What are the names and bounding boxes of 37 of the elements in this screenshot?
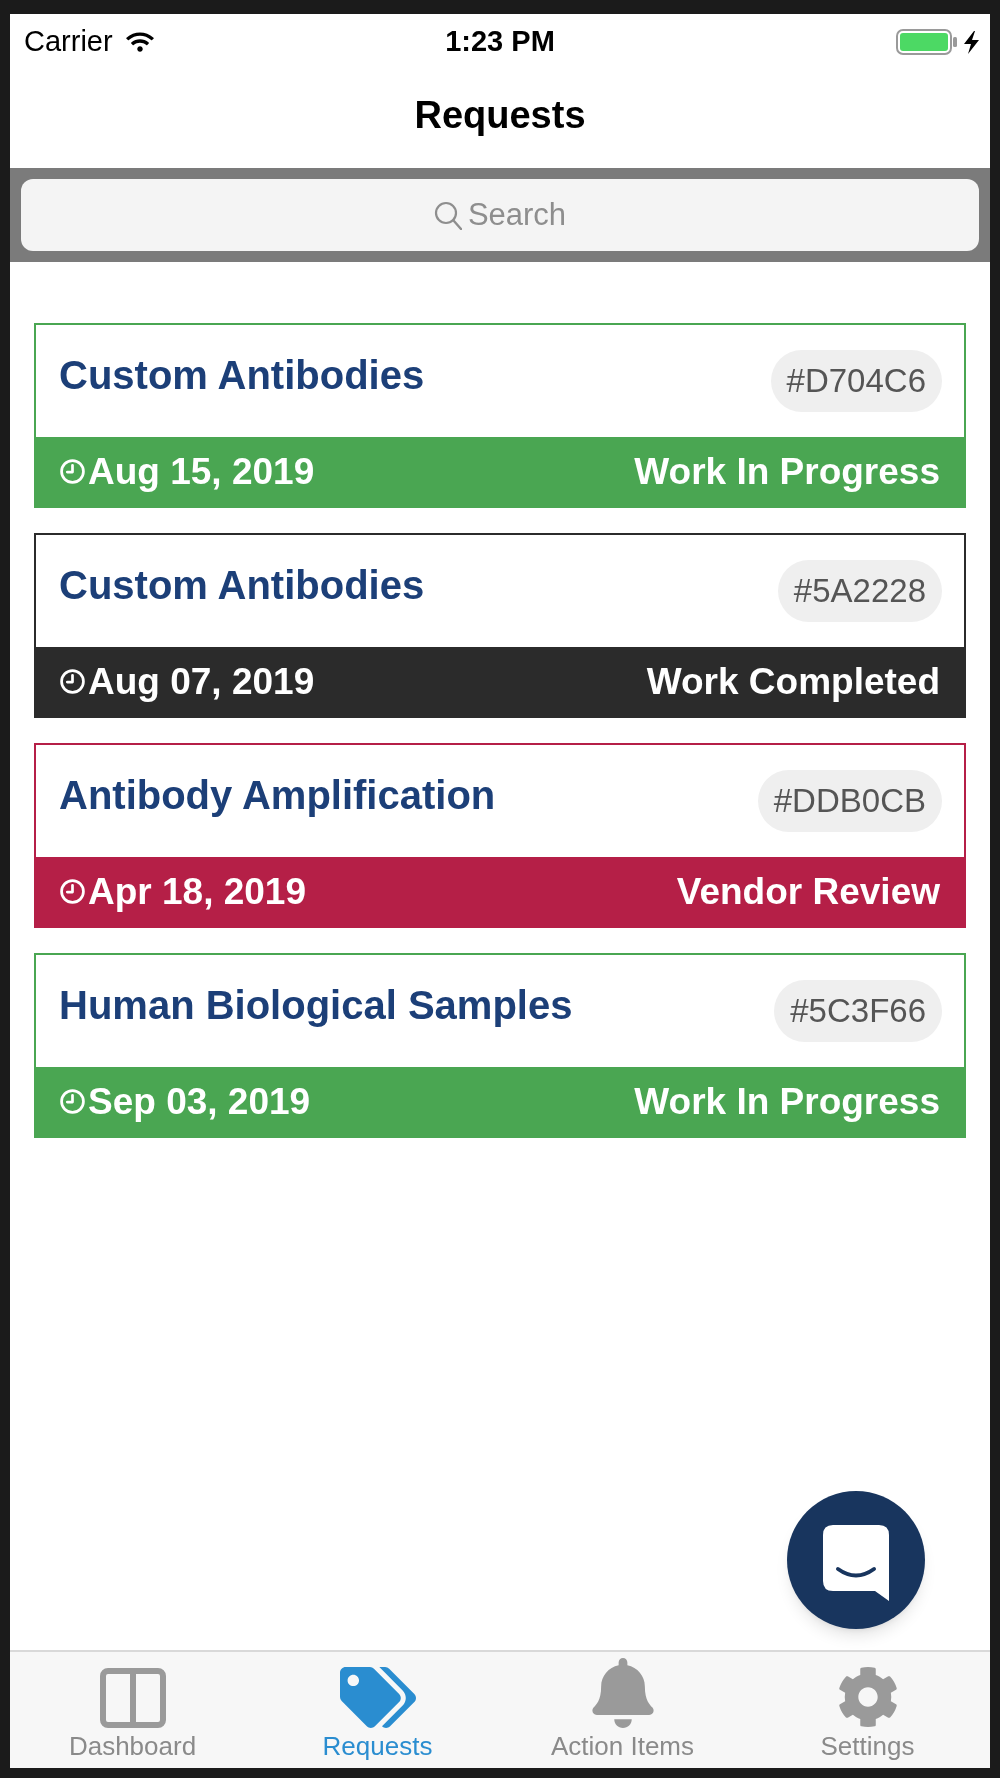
request-date: Sep 03, 2019 <box>88 1079 311 1124</box>
search-field[interactable]: Search <box>21 179 979 251</box>
request-status: Vendor Review <box>676 869 940 914</box>
bell-icon <box>591 1658 654 1728</box>
clock-icon <box>60 459 85 484</box>
request-id-badge: #DDB0CB <box>757 770 942 832</box>
request-date: Aug 07, 2019 <box>88 659 315 704</box>
request-id-badge: #D704C6 <box>770 350 942 412</box>
request-card[interactable]: Human Biological Samples #5C3F66 Sep 03, 2019 Work In Progress <box>34 953 966 1138</box>
request-card[interactable]: Custom Antibodies #D704C6 Aug 15, 2019 Work In Progress <box>34 323 966 508</box>
columns-icon <box>99 1668 166 1728</box>
wifi-icon <box>124 31 155 53</box>
request-title: Custom Antibodies <box>59 562 425 609</box>
request-card[interactable]: Antibody Amplification #DDB0CB Apr 18, 2019 Vendor Review <box>34 743 966 928</box>
status-time: 1:23 PM <box>445 24 555 60</box>
request-card[interactable]: Custom Antibodies #5A2228 Aug 07, 2019 Work Completed <box>34 533 966 718</box>
request-status: Work Completed <box>646 659 940 704</box>
search-icon <box>434 201 462 230</box>
charging-bolt-icon <box>964 30 979 54</box>
chat-bubble-icon <box>823 1525 889 1601</box>
carrier-label: Carrier <box>24 24 113 60</box>
request-id-badge: #5C3F66 <box>774 980 942 1042</box>
clock-icon <box>60 879 85 904</box>
request-title: Custom Antibodies <box>59 352 425 399</box>
request-status: Work In Progress <box>634 1079 940 1124</box>
tags-icon <box>339 1667 416 1728</box>
screen-title: Requests <box>414 92 586 138</box>
request-title: Human Biological Samples <box>59 982 573 1029</box>
request-date: Aug 15, 2019 <box>88 449 315 494</box>
battery-icon <box>896 29 958 55</box>
request-id-badge: #5A2228 <box>777 560 942 622</box>
clock-icon <box>60 669 85 694</box>
settings-icon <box>836 1666 899 1728</box>
request-date: Apr 18, 2019 <box>88 869 307 914</box>
clock-icon <box>60 1089 85 1114</box>
request-title: Antibody Amplification <box>59 772 496 819</box>
request-status: Work In Progress <box>634 449 940 494</box>
